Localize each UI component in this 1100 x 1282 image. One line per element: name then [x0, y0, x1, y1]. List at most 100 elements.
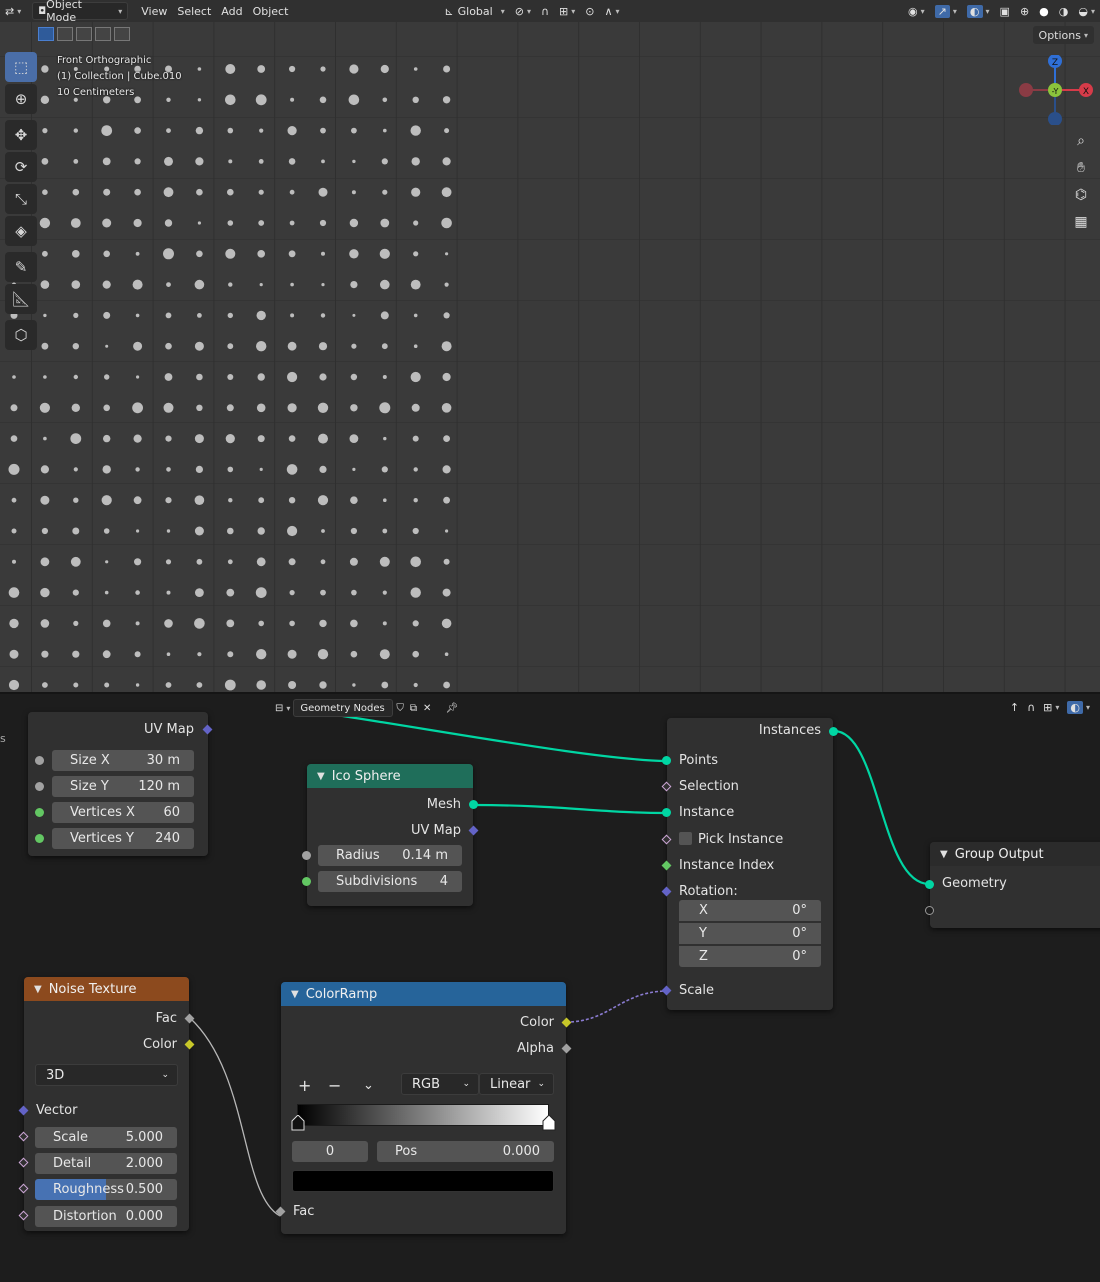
snap-target-button[interactable]: ⊞ ▾ — [554, 2, 580, 20]
shading-material-button[interactable]: ◑ — [1054, 2, 1074, 20]
editor-type-button[interactable]: ⇄ ▾ — [0, 2, 26, 20]
noise-detail-field[interactable]: Detail 2.000 — [35, 1153, 177, 1174]
rotation-x-field[interactable]: X 0° — [679, 900, 821, 921]
ico-radius-socket[interactable] — [302, 851, 311, 860]
empty-input-socket[interactable] — [925, 906, 934, 915]
rotation-z-field[interactable]: Z 0° — [679, 946, 821, 967]
points-input-socket[interactable] — [662, 756, 671, 765]
instance-input-socket[interactable] — [662, 808, 671, 817]
group-output-header[interactable]: ▼ Group Output — [930, 842, 1100, 866]
select-new-button[interactable] — [38, 27, 54, 41]
noise-dimensions-dropdown[interactable]: 3D ⌄ — [35, 1064, 178, 1086]
ramp-stop-black[interactable] — [291, 1115, 305, 1131]
color-ramp-node[interactable]: ▼ ColorRamp Color Alpha + − ⌄ RGB ⌄ Linea… — [275, 982, 572, 1234]
node-tree-name-field[interactable]: Geometry Nodes — [293, 699, 394, 717]
ramp-menu-button[interactable]: ⌄ — [363, 1078, 374, 1093]
menu-view[interactable]: View — [136, 2, 172, 20]
unlink-tree-button[interactable]: ✕ — [420, 699, 434, 717]
remove-stop-button[interactable]: − — [328, 1076, 341, 1095]
cursor-tool[interactable]: ⊕ — [5, 84, 37, 114]
rotate-tool[interactable]: ⟳ — [5, 152, 37, 182]
gizmo-toggle-button[interactable]: ↗ ▾ — [930, 2, 962, 20]
geometry-input-socket[interactable] — [925, 880, 934, 889]
ico-subdiv-socket[interactable] — [302, 877, 311, 886]
snap-mode-button[interactable]: ⊞ ▾ — [1041, 698, 1061, 716]
grid-sizey-socket[interactable] — [35, 782, 44, 791]
options-dropdown[interactable]: Options ▾ — [1032, 26, 1094, 44]
scale-tool[interactable]: ⤡ — [5, 184, 37, 214]
navigation-gizmo[interactable]: Z X -Y — [1015, 55, 1095, 125]
select-invert-button[interactable] — [95, 27, 111, 41]
select-extend-button[interactable] — [57, 27, 73, 41]
stop-index-field[interactable]: 0 — [292, 1141, 368, 1162]
stop-color-swatch[interactable] — [292, 1170, 554, 1192]
ramp-stop-white[interactable] — [542, 1115, 556, 1131]
camera-view-button[interactable]: ⌬ — [1068, 182, 1094, 208]
grid-vertices-x-field[interactable]: Vertices X 60 — [52, 802, 194, 823]
grid-vertsy-socket[interactable] — [35, 834, 44, 843]
fake-user-button[interactable]: ⛉ — [393, 699, 407, 717]
3d-viewport[interactable]: ⇄ ▾ ◘ Object Mode ▾ View Select Add Objec… — [0, 0, 1100, 692]
zoom-button[interactable]: ⌕ — [1068, 128, 1094, 154]
move-tool[interactable]: ✥ — [5, 120, 37, 150]
noise-roughness-field[interactable]: Roughness 0.500 — [35, 1179, 177, 1200]
grid-vertices-y-field[interactable]: Vertices Y 240 — [52, 828, 194, 849]
interpolation-dropdown[interactable]: Linear ⌄ — [479, 1073, 554, 1095]
transform-orientation-dropdown[interactable]: ⊾ Global ▾ — [439, 2, 509, 20]
color-ramp-gradient[interactable] — [297, 1104, 549, 1126]
noise-distortion-field[interactable]: Distortion 0.000 — [35, 1206, 177, 1227]
ico-subdivisions-field[interactable]: Subdivisions 4 — [318, 871, 462, 892]
grid-sizex-socket[interactable] — [35, 756, 44, 765]
falloff-button[interactable]: ∧ ▾ — [599, 2, 624, 20]
noise-scale-field[interactable]: Scale 5.000 — [35, 1127, 177, 1148]
add-cube-tool[interactable]: ⬡ — [5, 320, 37, 350]
pick-instance-checkbox[interactable]: Pick Instance — [679, 832, 783, 847]
snap-button[interactable]: ∩ — [536, 2, 554, 20]
grid-vertsx-socket[interactable] — [35, 808, 44, 817]
node-editor[interactable]: ⊟ ▾ Geometry Nodes ⛉ ⧉ ✕ 📌︎ ↑ ∩ ⊞ ▾ ◐ ▾ UV … — [0, 694, 1100, 1282]
collapse-icon[interactable]: ▼ — [940, 849, 948, 860]
select-subtract-button[interactable] — [76, 27, 92, 41]
measure-tool[interactable]: 📐︎ — [5, 284, 37, 314]
menu-add[interactable]: Add — [216, 2, 247, 20]
snap-node-button[interactable]: ∩ — [1025, 698, 1037, 716]
parent-node-tree-button[interactable]: ↑ — [1008, 698, 1021, 716]
collapse-icon[interactable]: ▼ — [317, 771, 325, 782]
grid-size-x-field[interactable]: Size X 30 m — [52, 750, 194, 771]
mode-dropdown[interactable]: ◘ Object Mode ▾ — [32, 0, 129, 24]
instances-output-socket[interactable] — [829, 727, 838, 736]
annotate-tool[interactable]: ✎ — [5, 252, 37, 282]
collapse-icon[interactable]: ▼ — [291, 989, 299, 1000]
ico-mesh-socket[interactable] — [469, 800, 478, 809]
menu-select[interactable]: Select — [172, 2, 216, 20]
color-mode-dropdown[interactable]: RGB ⌄ — [401, 1073, 479, 1095]
gizmo-neg-x-axis[interactable] — [1019, 83, 1033, 97]
grid-size-y-field[interactable]: Size Y 120 m — [52, 776, 194, 797]
node-tree-type-button[interactable]: ⊟ ▾ — [272, 699, 293, 717]
shading-rendered-button[interactable]: ◒ ▾ — [1073, 2, 1100, 20]
grid-node[interactable]: UV Map Size X 30 m Size Y 120 m Vertices X… — [28, 712, 213, 856]
xray-toggle-button[interactable]: ▣ — [995, 2, 1015, 20]
node-overlay-button[interactable]: ◐ ▾ — [1065, 698, 1092, 716]
add-stop-button[interactable]: + — [298, 1076, 311, 1095]
duplicate-tree-button[interactable]: ⧉ — [407, 699, 420, 717]
collapse-icon[interactable]: ▼ — [34, 984, 42, 995]
overlay-toggle-button[interactable]: ◐ ▾ — [962, 2, 995, 20]
select-intersect-button[interactable] — [114, 27, 130, 41]
shading-solid-button[interactable]: ● — [1034, 2, 1054, 20]
pin-button[interactable]: 📌︎ — [442, 699, 461, 717]
visibility-button[interactable]: ◉ ▾ — [903, 2, 930, 20]
color-ramp-header[interactable]: ▼ ColorRamp — [281, 982, 566, 1006]
pan-button[interactable]: ✋︎ — [1068, 155, 1094, 181]
gizmo-neg-z-axis[interactable] — [1048, 112, 1062, 125]
group-output-node[interactable]: ▼ Group Output Geometry — [925, 842, 1100, 928]
noise-texture-node[interactable]: ▼ Noise Texture Fac Color 3D ⌄ Vector Sca… — [18, 977, 195, 1231]
ortho-toggle-button[interactable]: ▦ — [1068, 209, 1094, 235]
menu-object[interactable]: Object — [248, 2, 294, 20]
noise-texture-header[interactable]: ▼ Noise Texture — [24, 977, 189, 1001]
select-box-tool[interactable]: ⬚ — [5, 52, 37, 82]
ico-sphere-header[interactable]: ▼ Ico Sphere — [307, 764, 473, 788]
ico-radius-field[interactable]: Radius 0.14 m — [318, 845, 462, 866]
stop-position-field[interactable]: Pos 0.000 — [377, 1141, 554, 1162]
instance-on-points-node[interactable]: Instances Points Selection Instance Pick… — [661, 718, 838, 1010]
